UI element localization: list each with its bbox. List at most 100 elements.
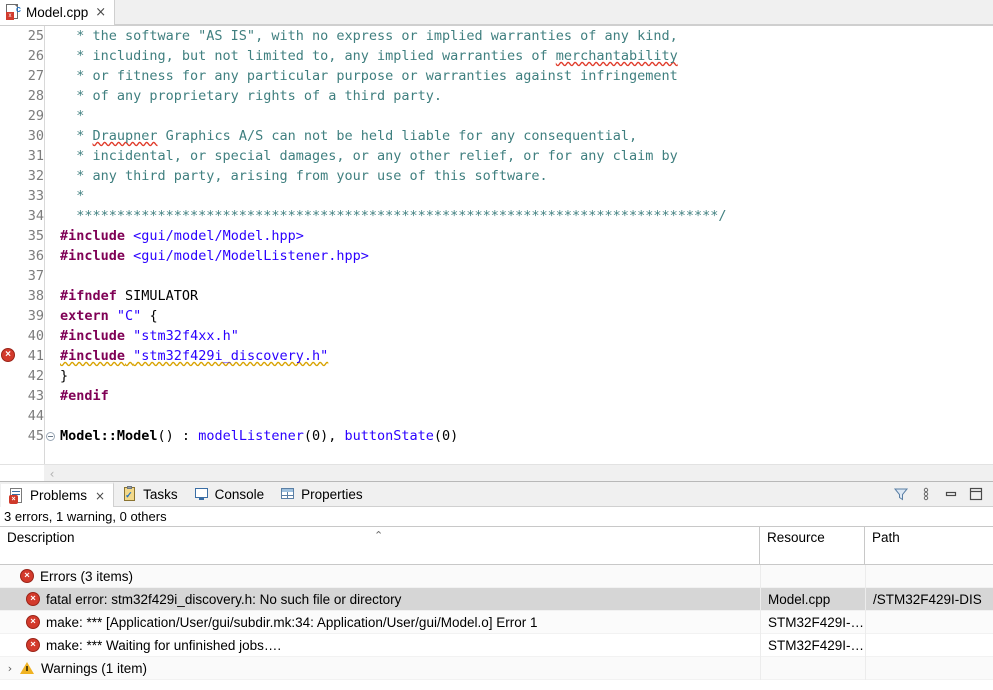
column-header-description[interactable]: Description ⌃ <box>0 527 760 564</box>
annotation-gutter[interactable] <box>0 66 17 86</box>
fold-gutter[interactable] <box>44 386 58 406</box>
annotation-gutter[interactable] <box>0 206 17 226</box>
fold-gutter[interactable] <box>44 366 58 386</box>
code-line[interactable]: 30 * Draupner Graphics A/S can not be he… <box>0 126 993 146</box>
code-line[interactable]: 35 #include <gui/model/Model.hpp> <box>0 226 993 246</box>
tab-tasks[interactable]: ✓ Tasks <box>114 482 186 506</box>
tab-problems[interactable]: × Problems × <box>0 482 114 507</box>
fold-collapse-icon[interactable] <box>46 432 55 441</box>
tab-tasks-label: Tasks <box>143 487 178 502</box>
code-line[interactable]: 32 * any third party, arising from your … <box>0 166 993 186</box>
cell-path <box>865 634 993 657</box>
code-line[interactable]: 36 #include <gui/model/ModelListener.hpp> <box>0 246 993 266</box>
fold-gutter[interactable] <box>44 106 58 126</box>
fold-gutter[interactable] <box>44 306 58 326</box>
code-text: #endif <box>58 386 109 406</box>
close-icon[interactable]: × <box>95 6 106 19</box>
fold-gutter[interactable] <box>44 406 58 426</box>
close-icon[interactable]: × <box>95 489 105 503</box>
annotation-gutter[interactable] <box>0 46 17 66</box>
annotation-gutter[interactable] <box>0 166 17 186</box>
annotation-gutter[interactable] <box>0 306 17 326</box>
editor-tab-model-cpp[interactable]: x c Model.cpp × <box>0 0 115 25</box>
annotation-gutter[interactable] <box>0 266 17 286</box>
fold-gutter[interactable] <box>44 166 58 186</box>
code-line[interactable]: 40 #include "stm32f4xx.h" <box>0 326 993 346</box>
minimize-icon[interactable] <box>943 486 959 502</box>
annotation-gutter[interactable] <box>0 26 17 46</box>
annotation-gutter[interactable] <box>0 326 17 346</box>
annotation-gutter[interactable] <box>0 426 17 446</box>
fold-gutter[interactable] <box>44 186 58 206</box>
annotation-gutter[interactable] <box>0 406 17 426</box>
scroll-left-icon[interactable]: ‹ <box>44 465 60 481</box>
code-text: * or fitness for any particular purpose … <box>58 66 678 86</box>
annotation-gutter[interactable] <box>0 186 17 206</box>
annotation-gutter[interactable] <box>0 366 17 386</box>
code-line[interactable]: 34 *************************************… <box>0 206 993 226</box>
code-line[interactable]: 45 Model::Model() : modelListener(0), but… <box>0 426 993 446</box>
code-line[interactable]: 26 * including, but not limited to, any … <box>0 46 993 66</box>
code-line[interactable]: 31 * incidental, or special damages, or … <box>0 146 993 166</box>
error-marker-icon[interactable]: × <box>1 348 15 362</box>
fold-gutter[interactable] <box>44 346 58 366</box>
fold-gutter[interactable] <box>44 206 58 226</box>
annotation-gutter[interactable] <box>0 106 17 126</box>
filter-icon[interactable] <box>893 486 909 502</box>
problems-table-body[interactable]: ⱟ × Errors (3 items) × fatal error: stm32f42… <box>0 565 993 690</box>
code-line[interactable]: 27 * or fitness for any particular purpo… <box>0 66 993 86</box>
maximize-icon[interactable] <box>968 486 984 502</box>
problems-group-row[interactable]: ⱟ × Errors (3 items) <box>0 565 993 588</box>
fold-gutter[interactable] <box>44 426 58 446</box>
problems-row[interactable]: × fatal error: stm32f429i_discovery.h: No… <box>0 588 993 611</box>
problems-row[interactable]: × make: *** Waiting for unfinished jobs….… <box>0 634 993 657</box>
code-line[interactable]: 42} <box>0 366 993 386</box>
annotation-gutter[interactable] <box>0 146 17 166</box>
code-text: #ifndef SIMULATOR <box>58 286 198 306</box>
chevron-down-icon[interactable]: ⱟ <box>0 570 20 583</box>
annotation-gutter[interactable] <box>0 126 17 146</box>
code-line[interactable]: 37 <box>0 266 993 286</box>
fold-gutter[interactable] <box>44 46 58 66</box>
code-line[interactable]: 38 #ifndef SIMULATOR <box>0 286 993 306</box>
code-line[interactable]: 43 #endif <box>0 386 993 406</box>
source-editor[interactable]: 25 * the software "AS IS", with no expre… <box>0 26 993 481</box>
code-token: * including, but not limited to, any imp… <box>60 48 556 64</box>
error-icon: × <box>26 592 40 606</box>
fold-gutter[interactable] <box>44 266 58 286</box>
code-lines-container[interactable]: 25 * the software "AS IS", with no expre… <box>0 26 993 464</box>
fold-gutter[interactable] <box>44 286 58 306</box>
editor-horizontal-scrollbar[interactable]: ‹ <box>0 464 993 481</box>
fold-gutter[interactable] <box>44 66 58 86</box>
chevron-right-icon[interactable]: › <box>0 662 20 675</box>
tab-properties[interactable]: Properties <box>272 482 371 506</box>
fold-gutter[interactable] <box>44 246 58 266</box>
fold-gutter[interactable] <box>44 146 58 166</box>
annotation-gutter[interactable] <box>0 226 17 246</box>
fold-gutter[interactable] <box>44 86 58 106</box>
code-line[interactable]: × 41 #include "stm32f429i_discovery.h" <box>0 346 993 366</box>
code-line[interactable]: 33 * <box>0 186 993 206</box>
tab-console[interactable]: Console <box>186 482 273 506</box>
problems-group-row[interactable]: › Warnings (1 item) <box>0 657 993 680</box>
annotation-gutter[interactable] <box>0 86 17 106</box>
annotation-gutter[interactable]: × <box>0 346 17 366</box>
code-line[interactable]: 29 * <box>0 106 993 126</box>
fold-gutter[interactable] <box>44 126 58 146</box>
column-header-resource[interactable]: Resource <box>760 527 865 564</box>
annotation-gutter[interactable] <box>0 246 17 266</box>
problems-row[interactable]: × make: *** [Application/User/gui/subdir.… <box>0 611 993 634</box>
code-line[interactable]: 39 extern "C" { <box>0 306 993 326</box>
column-header-path[interactable]: Path <box>865 527 993 564</box>
sort-ascending-icon[interactable]: ⌃ <box>374 529 383 542</box>
line-number: 29 <box>17 106 44 126</box>
view-menu-icon[interactable] <box>918 486 934 502</box>
fold-gutter[interactable] <box>44 226 58 246</box>
code-line[interactable]: 28 * of any proprietary rights of a thir… <box>0 86 993 106</box>
code-line[interactable]: 44 <box>0 406 993 426</box>
fold-gutter[interactable] <box>44 326 58 346</box>
code-line[interactable]: 25 * the software "AS IS", with no expre… <box>0 26 993 46</box>
annotation-gutter[interactable] <box>0 386 17 406</box>
fold-gutter[interactable] <box>44 26 58 46</box>
annotation-gutter[interactable] <box>0 286 17 306</box>
